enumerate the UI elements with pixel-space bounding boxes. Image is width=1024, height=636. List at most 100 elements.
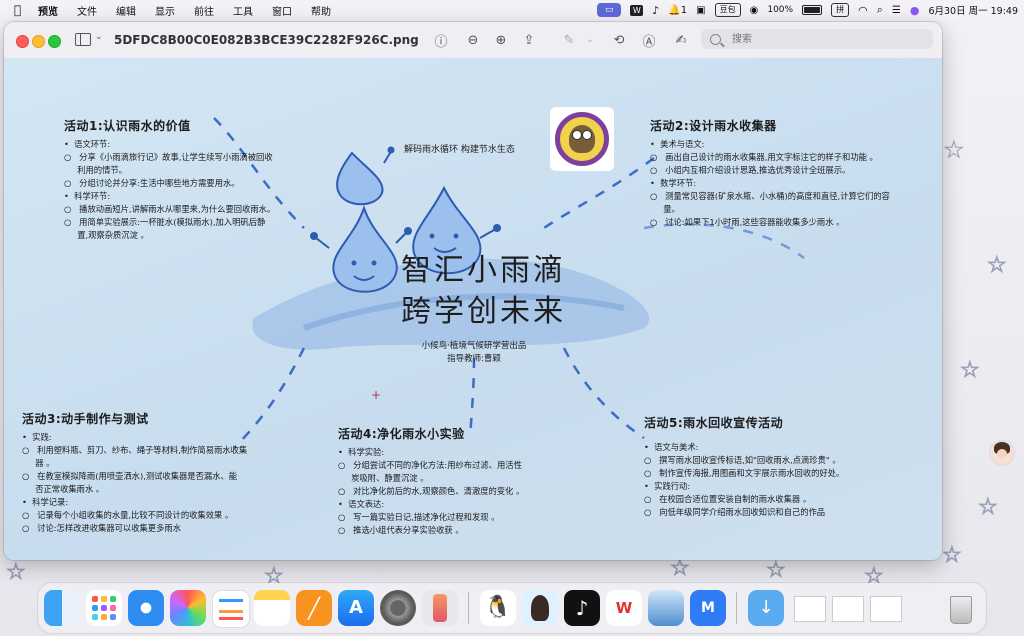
menu-help[interactable]: 帮助: [311, 3, 331, 18]
activity-5-line: ○ 制作宣传海报,用图画和文字展示雨水回收的好处。: [644, 468, 845, 478]
activity-3-line: • 实践:: [22, 432, 52, 442]
control-center-icon[interactable]: ☰: [892, 5, 901, 16]
notification-count: 1: [680, 4, 688, 16]
logo-ring: [555, 112, 609, 166]
activity-2-line: ○ 测量常见容器(矿泉水瓶、小水桶)的高度和直径,计算它们的容: [650, 191, 890, 201]
dock-iphone-mirroring-icon[interactable]: [422, 590, 458, 626]
spotlight-icon[interactable]: ⌕: [877, 3, 883, 17]
activity-3-line: ○ 利用塑料瓶、剪刀、纱布、绳子等材料,制作简易雨水收集: [22, 445, 248, 455]
xiaoyi-status[interactable]: 豆包: [714, 3, 741, 17]
menu-file[interactable]: 文件: [77, 3, 97, 18]
menu-go[interactable]: 前往: [194, 3, 214, 18]
dock-system-settings-icon[interactable]: [380, 590, 416, 626]
activity-1-line: • 语文环节:: [64, 139, 111, 149]
activity-1-line: 置,观察杂质沉淀 。: [64, 230, 149, 240]
share-icon[interactable]: ⇪: [520, 31, 538, 49]
eye-status-icon[interactable]: ◉: [750, 5, 759, 16]
activity-1-line: ○ 用简单实验展示:一杯脏水(模拟雨水),加入明矾后静: [64, 217, 266, 227]
activity-1-line: ○ 分享《小雨滴旅行记》故事,让学生续写小雨滴被回收: [64, 152, 273, 162]
activity-3-title: 活动3:动手制作与测试: [22, 412, 149, 426]
search-input[interactable]: [730, 32, 924, 46]
close-button[interactable]: [16, 35, 29, 48]
dock-separator: [468, 592, 469, 624]
annotate-icon[interactable]: Ⓐ: [640, 31, 658, 50]
dock-finder-icon[interactable]: [44, 590, 80, 626]
markup-chevron-icon[interactable]: ⌄: [581, 31, 599, 49]
dock-wps-icon[interactable]: W: [606, 590, 642, 626]
dock-avatar-app-icon[interactable]: [522, 590, 558, 626]
dock-tencent-meeting-icon[interactable]: M: [690, 590, 726, 626]
dock-separator: [736, 592, 737, 624]
activity-2: 活动2:设计雨水收集器 • 美术与语文: ○ 画出自己设计的雨水收集器,用文字标…: [650, 117, 940, 229]
poster-title-line1: 智汇小雨滴: [401, 253, 566, 288]
clock[interactable]: 6月30日 周一 19:49: [928, 3, 1018, 17]
dock-reminders-icon[interactable]: [212, 590, 250, 628]
menu-tools[interactable]: 工具: [233, 3, 253, 18]
dock-photos-icon[interactable]: [170, 590, 206, 626]
wps-status-icon[interactable]: W: [630, 4, 644, 16]
activity-5-line: • 实践行动:: [644, 481, 691, 491]
credit-line-1: 小候鸟·植境气候研学营出品: [421, 341, 527, 351]
activity-2-line: ○ 小组内互相介绍设计思路,推选优秀设计全班展示。: [650, 165, 851, 175]
markup-pen-icon[interactable]: ✎: [560, 31, 578, 49]
menu-edit[interactable]: 编辑: [116, 3, 136, 18]
activity-2-line: ○ 画出自己设计的雨水收集器,用文字标注它的样子和功能 。: [650, 152, 878, 162]
activity-1-title: 活动1:认识雨水的价值: [64, 119, 191, 133]
chevron-down-icon[interactable]: ⌄: [95, 32, 103, 42]
sidebar-toggle-icon[interactable]: [75, 33, 91, 46]
activity-1-line: • 科学环节:: [64, 191, 111, 201]
floating-avatar-widget[interactable]: [989, 440, 1015, 466]
status-area: ▭ W ♪ 🔔1 ▣ 豆包 ◉ 100% 拼 ◠ ⌕ ☰ ● 6月30日 周一 …: [597, 0, 1018, 20]
dock-trash-icon[interactable]: [942, 590, 978, 626]
activity-2-line: • 美术与语文:: [650, 139, 705, 149]
dock-recent-files-stack[interactable]: [790, 590, 910, 626]
menu-bar:  预览 文件 编辑 显示 前往 工具 窗口 帮助 ▭ W ♪ 🔔1 ▣ 豆包 …: [0, 0, 1024, 20]
dock: ╱ A 🐧 ♪ W M ↓: [38, 583, 986, 633]
dock-downloads-folder-icon[interactable]: ↓: [748, 590, 784, 626]
battery-icon[interactable]: [802, 5, 823, 15]
activity-5-line: ○ 向低年级同学介绍雨水回收知识和自己的作品: [644, 507, 826, 517]
activity-5-line: • 语文与美术:: [644, 442, 699, 452]
photo-status-icon[interactable]: ▣: [696, 5, 705, 16]
activity-4-line: ○ 推选小组代表分享实验收获 。: [338, 525, 464, 535]
menu-window[interactable]: 窗口: [272, 3, 292, 18]
info-icon[interactable]: ⓘ: [432, 31, 450, 50]
dock-launchpad-icon[interactable]: [86, 590, 122, 626]
siri-icon[interactable]: ●: [910, 4, 920, 17]
tiktok-status-icon[interactable]: ♪: [652, 4, 659, 17]
dock-qq-icon[interactable]: 🐧: [480, 590, 516, 626]
dock-notes-icon[interactable]: [254, 590, 290, 626]
activity-2-line: 量。: [650, 204, 680, 214]
minimize-button[interactable]: [32, 35, 45, 48]
activity-3-line: ○ 在教室模拟降雨(用喷壶洒水),测试收集器是否漏水、能: [22, 471, 238, 481]
preview-window: ⌄ 5DFDC8B00C0E082B3BCE39C2282F926C.png ⓘ…: [4, 22, 942, 560]
zoom-in-icon[interactable]: ⊕: [492, 31, 510, 49]
fullscreen-button[interactable]: [48, 35, 61, 48]
activity-2-title: 活动2:设计雨水收集器: [650, 119, 777, 133]
activity-5-title: 活动5:雨水回收宣传活动: [644, 416, 784, 430]
notification-status[interactable]: 🔔1: [668, 5, 687, 16]
signature-icon[interactable]: ✍: [672, 31, 690, 49]
zoom-out-icon[interactable]: ⊖: [464, 31, 482, 49]
dock-safari-icon[interactable]: [128, 590, 164, 626]
rotate-icon[interactable]: ⟲: [610, 31, 628, 49]
dock-tiktok-icon[interactable]: ♪: [564, 590, 600, 626]
apple-icon[interactable]: : [14, 3, 28, 17]
battery-percent: 100%: [767, 5, 794, 15]
activity-1-line: ○ 分组讨论并分享:生活中哪些地方需要用水。: [64, 178, 240, 188]
search-field[interactable]: [701, 29, 933, 49]
wifi-icon[interactable]: ◠: [858, 4, 868, 17]
credit-line-2: 指导教师:曹颖: [447, 354, 501, 364]
menu-view[interactable]: 显示: [155, 3, 175, 18]
dock-preview-icon[interactable]: [648, 590, 684, 626]
menu-app-name[interactable]: 预览: [38, 3, 58, 18]
activity-1-line: ○ 播放动画短片,讲解雨水从哪里来,为什么要回收雨水。: [64, 204, 276, 214]
screen-cast-icon[interactable]: ▭: [597, 3, 622, 17]
activity-2-line: • 数学环节:: [650, 178, 697, 188]
dock-app-store-icon[interactable]: A: [338, 590, 374, 626]
dock-pages-icon[interactable]: ╱: [296, 590, 332, 626]
owl-logo-icon: [569, 125, 595, 153]
input-method[interactable]: 拼: [831, 3, 850, 17]
activity-4-line: ○ 分组尝试不同的净化方法:用纱布过滤、用活性: [338, 460, 522, 470]
activity-1: 活动1:认识雨水的价值 • 语文环节: ○ 分享《小雨滴旅行记》故事,让学生续写…: [64, 117, 364, 242]
